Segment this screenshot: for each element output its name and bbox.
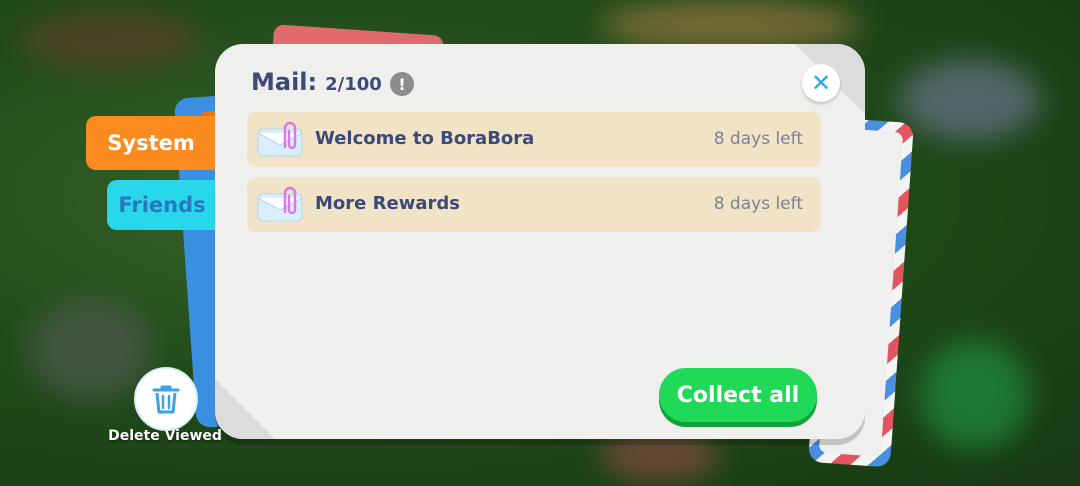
mail-item[interactable]: More Rewards 8 days left <box>247 177 821 232</box>
close-icon: ✕ <box>810 69 832 97</box>
collect-all-button[interactable]: Collect all <box>659 368 817 422</box>
tab-system-label: System <box>107 131 195 155</box>
tab-friends[interactable]: Friends <box>107 180 217 230</box>
close-button[interactable]: ✕ <box>802 64 840 102</box>
tab-friends-label: Friends <box>118 193 206 217</box>
trash-icon <box>152 385 180 414</box>
info-icon-glyph: ! <box>398 74 406 94</box>
mail-subject: Welcome to BoraBora <box>315 128 535 149</box>
mail-subject: More Rewards <box>315 193 460 214</box>
envelope-with-paperclip-icon <box>257 186 303 222</box>
mail-title: Mail: 2/100 <box>251 68 382 96</box>
mail-list: Welcome to BoraBora 8 days left More Rew… <box>247 112 821 242</box>
mail-count: 2/100 <box>325 74 382 95</box>
mail-days-left: 8 days left <box>713 129 803 149</box>
delete-viewed-button[interactable] <box>134 367 198 431</box>
info-icon[interactable]: ! <box>390 72 414 96</box>
mail-title-label: Mail: <box>251 68 318 96</box>
mail-days-left: 8 days left <box>713 194 803 214</box>
envelope-with-paperclip-icon <box>257 121 303 157</box>
collect-all-label: Collect all <box>676 382 800 408</box>
delete-viewed-label: Delete Viewed <box>108 428 222 444</box>
tab-system[interactable]: System <box>86 116 216 170</box>
mail-panel: Mail: 2/100 ! ✕ Welcome to BoraBora 8 da… <box>215 44 865 439</box>
mail-item[interactable]: Welcome to BoraBora 8 days left <box>247 112 821 167</box>
